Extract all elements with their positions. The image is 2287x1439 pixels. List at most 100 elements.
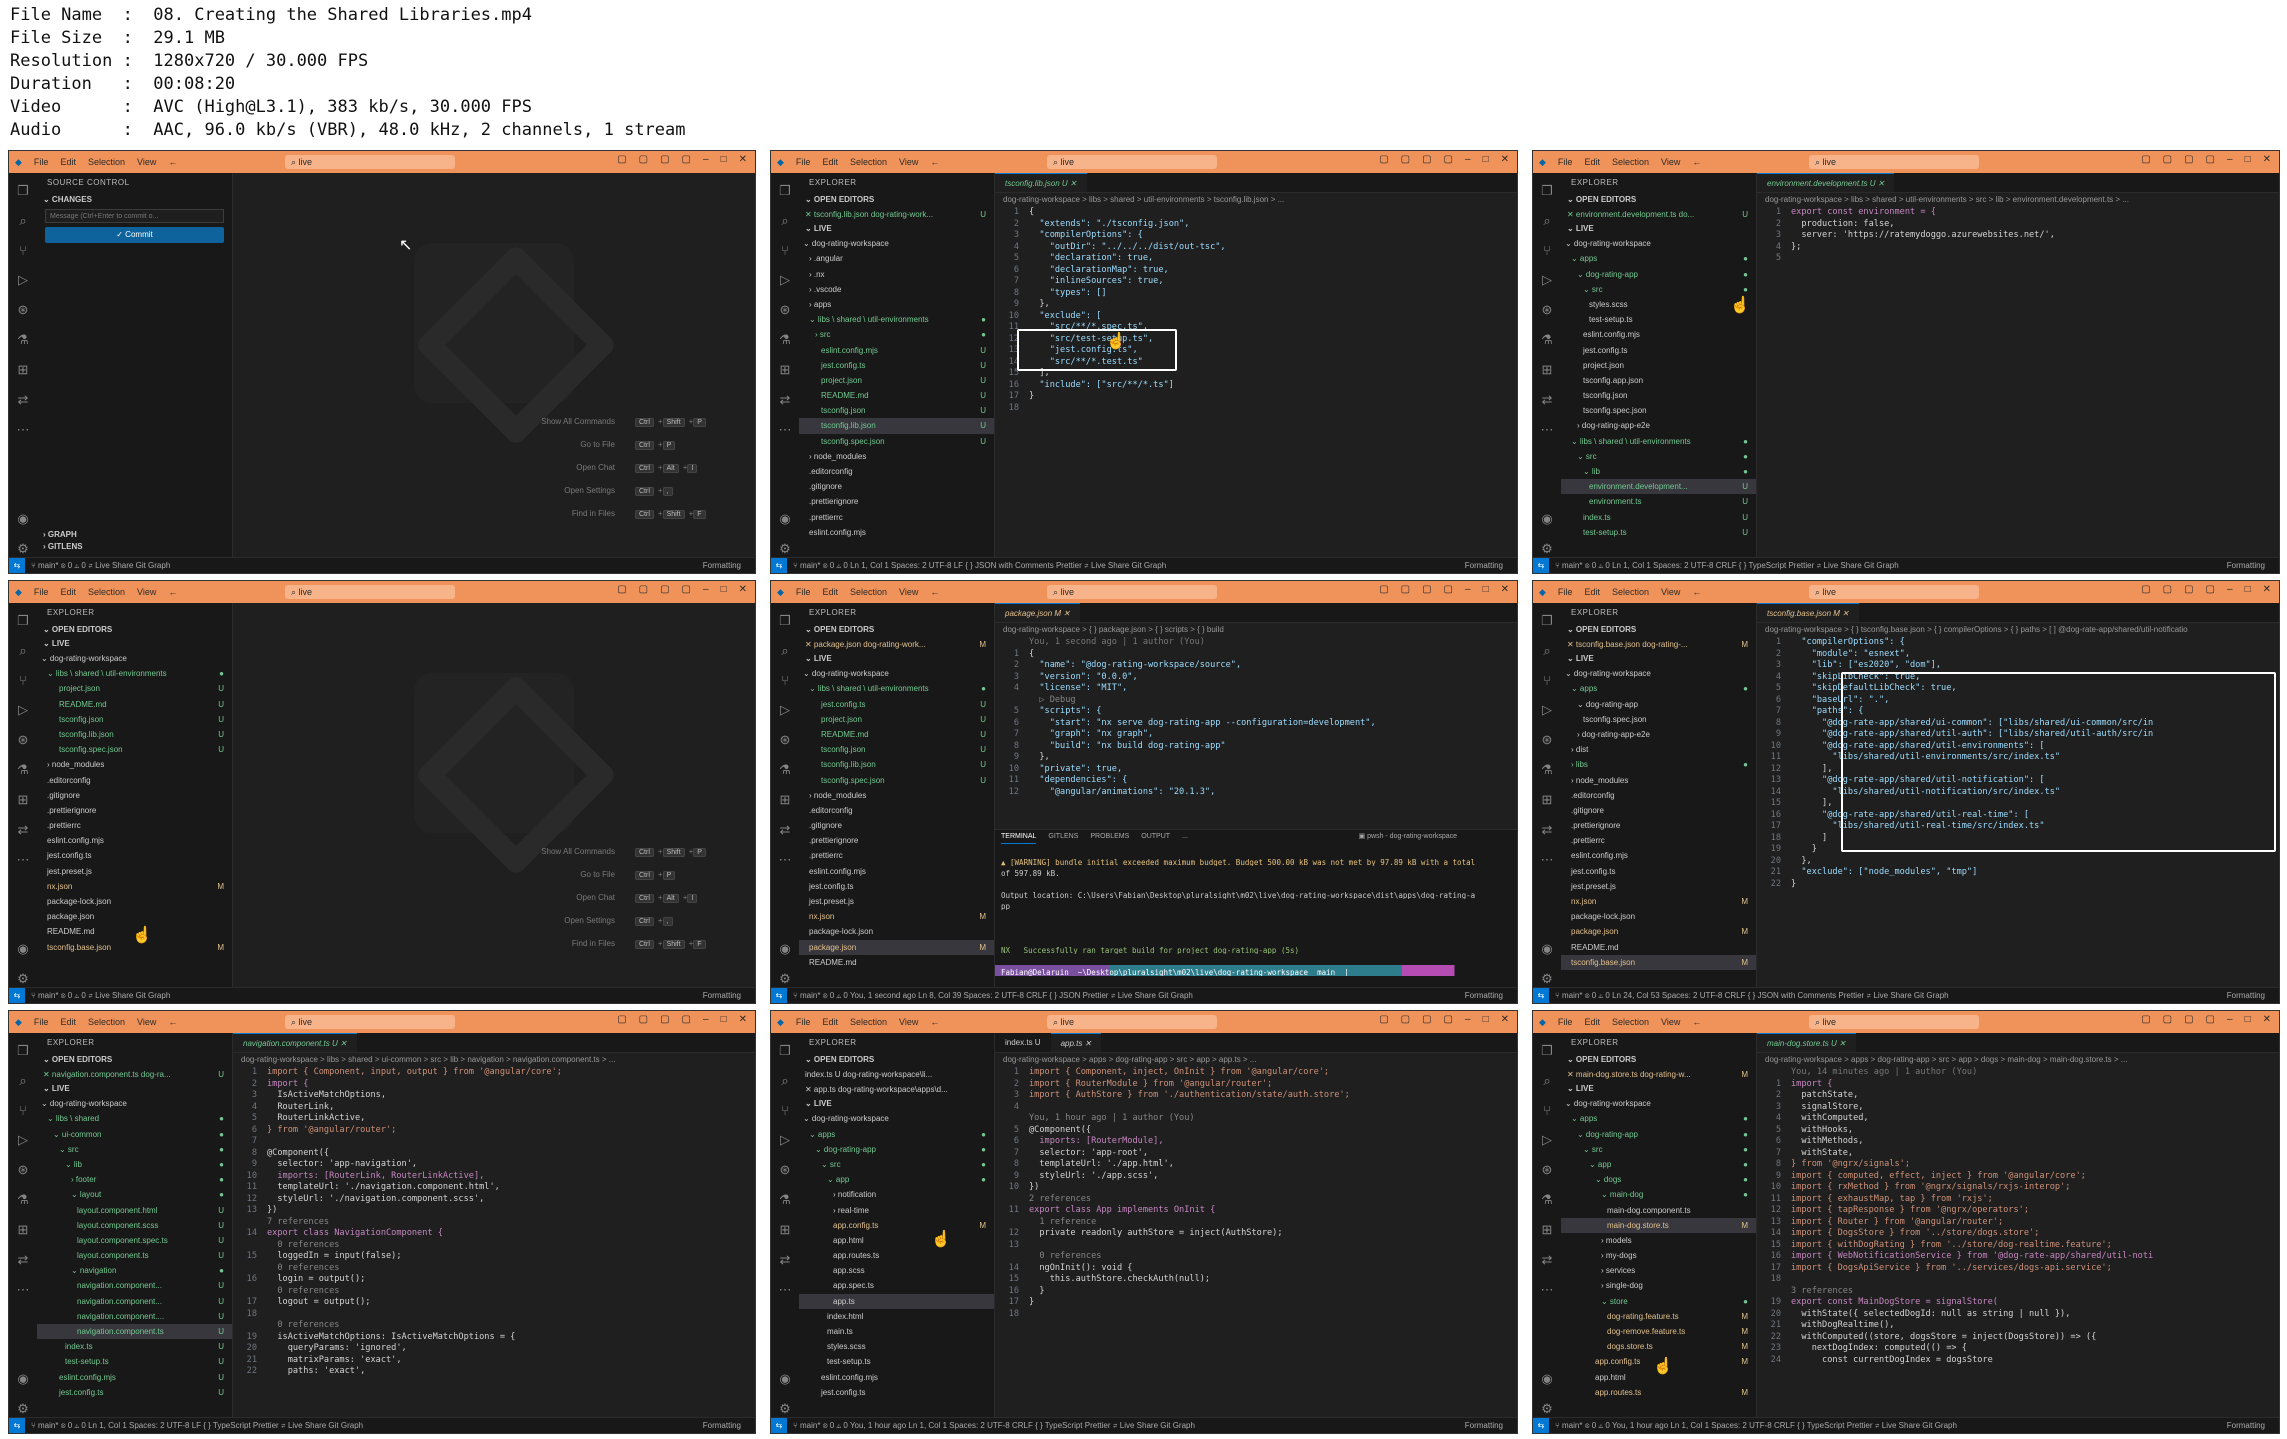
menu-item-edit[interactable]: Edit bbox=[60, 157, 76, 167]
tree-item[interactable]: jest.config.ts U bbox=[799, 358, 994, 373]
grid-icon[interactable]: ▢ bbox=[1444, 154, 1453, 165]
account-icon[interactable]: ◉ bbox=[17, 511, 28, 527]
formatting-status[interactable]: Formatting bbox=[703, 988, 741, 1003]
problems-indicator[interactable]: ⊗ 0 ⚠ 0 Ln 24, Col 53 Spaces: 2 UTF-8 CR… bbox=[1585, 991, 1867, 1000]
tree-item[interactable]: README.md bbox=[1561, 940, 1756, 955]
tree-item[interactable]: README.md U bbox=[37, 697, 232, 712]
run-debug-icon[interactable]: ▷ bbox=[1542, 702, 1552, 718]
close-icon[interactable]: ✕ bbox=[739, 584, 747, 595]
live-share-icon[interactable]: ⇄ bbox=[780, 1252, 791, 1268]
split-icon[interactable]: ▢ bbox=[2184, 154, 2193, 165]
tree-item[interactable]: .prettierrc bbox=[37, 818, 232, 833]
tree-item[interactable]: jest.preset.js bbox=[799, 894, 994, 909]
sidebar-section-open-editors[interactable]: ⌄ OPEN EDITORS bbox=[37, 1053, 232, 1067]
code-editor[interactable]: 1 export const environment = {2 productio… bbox=[1757, 207, 2279, 557]
grid-icon[interactable]: ▢ bbox=[1444, 1014, 1453, 1025]
live-share-status[interactable]: ⇄ Live Share bbox=[1875, 1421, 1923, 1430]
tree-item[interactable]: ✕ environment.development.ts do... U bbox=[1561, 207, 1756, 222]
sidebar-section-live[interactable]: ⌄ LIVE bbox=[1561, 652, 1756, 666]
code-editor[interactable]: You, 14 minutes ago | 1 author (You) 1 imp… bbox=[1757, 1067, 2279, 1417]
editor-tab-active[interactable]: main-dog.store.ts U ✕ bbox=[1757, 1033, 1856, 1052]
code-editor[interactable]: 1{2 "extends": "./tsconfig.json", 3 "comp… bbox=[995, 207, 1517, 557]
maximize-icon[interactable]: □ bbox=[721, 584, 727, 595]
panel-icon[interactable]: ▢ bbox=[1401, 1014, 1410, 1025]
menu-item-view[interactable]: View bbox=[1661, 587, 1680, 597]
panel-tab[interactable]: GITLENS bbox=[1048, 830, 1078, 844]
more-icon[interactable]: ⋯ bbox=[17, 852, 30, 868]
menu-item-view[interactable]: View bbox=[137, 587, 156, 597]
tree-item[interactable]: ⌄ dog-rating-workspace bbox=[37, 651, 232, 666]
tree-item[interactable]: ⌄ ui-common ● bbox=[37, 1127, 232, 1142]
breadcrumb[interactable]: dog-rating-workspace > { } tsconfig.base… bbox=[1757, 623, 2279, 637]
problems-indicator[interactable]: ⊗ 0 ⚠ 0 Ln 1, Col 1 Spaces: 2 UTF-8 LF {… bbox=[61, 1421, 281, 1430]
split-icon[interactable]: ▢ bbox=[1422, 154, 1431, 165]
source-control-icon[interactable]: ⑂ bbox=[781, 673, 789, 688]
tree-item[interactable]: jest.config.ts bbox=[1561, 864, 1756, 879]
live-share-icon[interactable]: ⇄ bbox=[18, 822, 29, 838]
tree-item[interactable]: app.ts bbox=[799, 1293, 994, 1309]
live-share-status[interactable]: ⇄ Live Share bbox=[1866, 991, 1914, 1000]
tree-item[interactable]: ✕ tsconfig.lib.json dog-rating-work... U bbox=[799, 207, 994, 222]
menu-item-file[interactable]: File bbox=[1558, 157, 1573, 167]
source-control-icon[interactable]: ⑂ bbox=[19, 1103, 27, 1118]
gear-icon[interactable]: ⚙ bbox=[17, 971, 29, 987]
tree-item[interactable]: tsconfig.lib.json U bbox=[799, 418, 994, 434]
nav-back-icon[interactable]: ← bbox=[1692, 157, 1701, 167]
search-icon[interactable]: ⌕ bbox=[1543, 643, 1550, 659]
tree-item[interactable]: tsconfig.spec.json U bbox=[799, 773, 994, 788]
tree-item[interactable]: ⌄ app ● bbox=[1561, 1157, 1756, 1172]
command-center-search[interactable]: ⌕ live bbox=[1047, 155, 1218, 169]
git-graph-status[interactable]: Git Graph bbox=[1864, 561, 1899, 570]
formatting-status[interactable]: Formatting bbox=[703, 558, 741, 573]
tree-item[interactable]: ⌄ lib ● bbox=[37, 1157, 232, 1172]
tree-item[interactable]: eslint.config.mjs U bbox=[37, 1370, 232, 1385]
gear-icon[interactable]: ⚙ bbox=[1541, 971, 1553, 987]
editor-tab-active[interactable]: app.ts ✕ bbox=[1050, 1033, 1102, 1052]
minimize-icon[interactable]: – bbox=[2227, 584, 2233, 595]
tree-item[interactable]: ✕ app.ts dog-rating-workspace\apps\d... bbox=[799, 1082, 994, 1097]
tree-item[interactable]: ✕ package.json dog-rating-work... M bbox=[799, 637, 994, 652]
tree-item[interactable]: environment.development... U bbox=[1561, 479, 1756, 495]
extensions-icon[interactable]: ⊞ bbox=[1542, 362, 1553, 378]
remote-icon[interactable]: ⊛ bbox=[1542, 302, 1553, 318]
tree-item[interactable]: layout.component.html U bbox=[37, 1203, 232, 1218]
tree-item[interactable]: tsconfig.spec.json bbox=[1561, 403, 1756, 418]
split-icon[interactable]: ▢ bbox=[660, 1014, 669, 1025]
test-icon[interactable]: ⚗ bbox=[1541, 332, 1553, 348]
tree-item[interactable]: ⌄ layout ● bbox=[37, 1187, 232, 1202]
tree-item[interactable]: environment.ts U bbox=[1561, 494, 1756, 509]
tree-item[interactable]: ⌄ src ● bbox=[799, 1157, 994, 1172]
tree-item[interactable]: › footer ● bbox=[37, 1172, 232, 1187]
remote-indicator[interactable]: ⇆ bbox=[1533, 988, 1549, 1003]
live-share-status[interactable]: ⇄ Live Share bbox=[1111, 991, 1159, 1000]
live-share-icon[interactable]: ⇄ bbox=[1542, 1252, 1553, 1268]
formatting-status[interactable]: Formatting bbox=[1465, 1418, 1503, 1433]
tree-item[interactable]: eslint.config.mjs bbox=[37, 833, 232, 848]
menu-item-selection[interactable]: Selection bbox=[88, 157, 125, 167]
run-debug-icon[interactable]: ▷ bbox=[18, 272, 28, 288]
tree-item[interactable]: navigation.component... U bbox=[37, 1278, 232, 1293]
tree-item[interactable]: ⌄ src ● bbox=[1561, 1142, 1756, 1157]
live-share-status[interactable]: ⇄ Live Share bbox=[281, 1421, 329, 1430]
section-graph[interactable]: › GRAPH bbox=[37, 530, 232, 539]
menu-item-selection[interactable]: Selection bbox=[1612, 1017, 1649, 1027]
branch-indicator[interactable]: ⑂ main* bbox=[793, 991, 823, 1000]
tree-item[interactable]: index.html bbox=[799, 1309, 994, 1324]
grid-icon[interactable]: ▢ bbox=[682, 1014, 691, 1025]
tree-item[interactable]: .prettierignore bbox=[37, 803, 232, 818]
tree-item[interactable]: ⌄ src ● bbox=[37, 1142, 232, 1157]
tree-item[interactable]: nx.json M bbox=[1561, 894, 1756, 909]
sidebar-section-live[interactable]: ⌄ LIVE bbox=[1561, 1082, 1756, 1096]
grid-icon[interactable]: ▢ bbox=[682, 584, 691, 595]
tree-item[interactable]: .prettierignore bbox=[799, 494, 994, 509]
live-share-icon[interactable]: ⇄ bbox=[18, 392, 29, 408]
more-icon[interactable]: ⋯ bbox=[779, 852, 792, 868]
tree-item[interactable]: eslint.config.mjs bbox=[799, 1370, 994, 1385]
extensions-icon[interactable]: ⊞ bbox=[780, 1222, 791, 1238]
maximize-icon[interactable]: □ bbox=[1483, 154, 1489, 165]
problems-indicator[interactable]: ⊗ 0 ⚠ 0 Ln 1, Col 1 Spaces: 2 UTF-8 CRLF… bbox=[1585, 561, 1817, 570]
panel-icon[interactable]: ▢ bbox=[639, 154, 648, 165]
explorer-icon[interactable]: ❐ bbox=[17, 613, 29, 629]
sidebar-section-live[interactable]: ⌄ LIVE bbox=[37, 637, 232, 651]
tree-item[interactable]: ⌄ dog-rating-workspace bbox=[799, 1111, 994, 1126]
